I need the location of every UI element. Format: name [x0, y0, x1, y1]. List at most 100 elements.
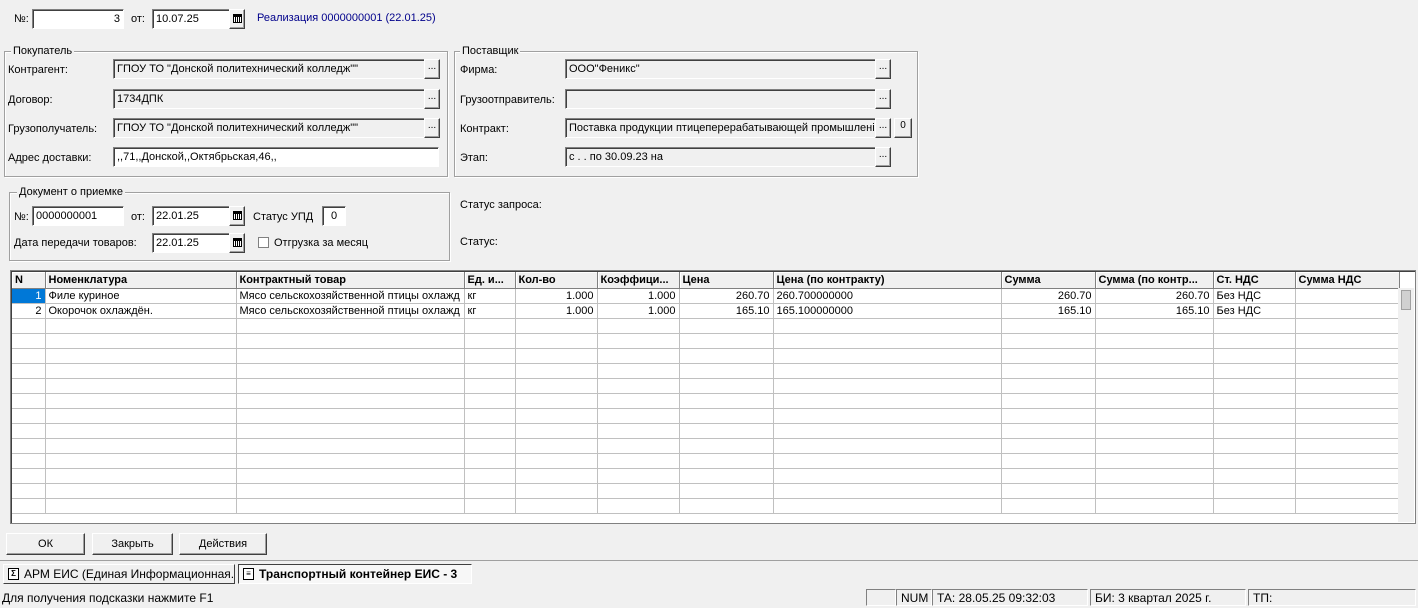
table-row[interactable] [12, 378, 1400, 394]
table-cell[interactable] [1213, 423, 1296, 439]
table-cell[interactable] [773, 378, 1002, 394]
table-cell[interactable] [515, 438, 598, 454]
table-cell[interactable] [45, 393, 237, 409]
table-cell[interactable] [515, 423, 598, 439]
table-cell[interactable] [1001, 348, 1096, 364]
table-cell[interactable] [1095, 378, 1214, 394]
firm-select-button[interactable]: ... [875, 59, 891, 79]
table-cell[interactable]: 260.700000000 [773, 288, 1002, 304]
table-cell[interactable] [1213, 378, 1296, 394]
table-cell[interactable] [1213, 483, 1296, 499]
table-cell[interactable]: Без НДС [1213, 303, 1296, 319]
table-cell[interactable] [1213, 318, 1296, 334]
table-cell[interactable] [1001, 468, 1096, 484]
table-cell[interactable] [12, 453, 46, 469]
table-cell[interactable] [464, 468, 516, 484]
table-cell[interactable] [12, 498, 46, 514]
table-cell[interactable] [773, 348, 1002, 364]
column-header-sum[interactable]: Сумма [1001, 272, 1096, 289]
table-cell[interactable] [1095, 318, 1214, 334]
table-row[interactable] [12, 483, 1400, 499]
table-row[interactable] [12, 363, 1400, 379]
buyer-contract-field[interactable]: 1734ДПК [113, 89, 425, 109]
column-header-contract-price[interactable]: Цена (по контракту) [773, 272, 1002, 289]
table-cell[interactable] [1213, 453, 1296, 469]
column-header-vat-rate[interactable]: Ст. НДС [1213, 272, 1296, 289]
table-cell[interactable] [1213, 333, 1296, 349]
buyer-contract-select-button[interactable]: ... [424, 89, 440, 109]
table-cell[interactable] [1001, 453, 1096, 469]
column-header-nomenclature[interactable]: Номенклатура [45, 272, 237, 289]
column-header-qty[interactable]: Кол-во [515, 272, 598, 289]
table-cell[interactable] [679, 498, 774, 514]
table-cell[interactable] [679, 438, 774, 454]
table-cell[interactable] [773, 363, 1002, 379]
table-cell[interactable] [1001, 408, 1096, 424]
column-header-contract-sum[interactable]: Сумма (по контр... [1095, 272, 1214, 289]
close-button[interactable]: Закрыть [92, 533, 173, 555]
table-cell[interactable] [597, 393, 680, 409]
table-cell[interactable] [773, 468, 1002, 484]
table-cell[interactable] [597, 378, 680, 394]
table-cell[interactable] [515, 393, 598, 409]
table-cell[interactable] [773, 483, 1002, 499]
table-cell[interactable] [1295, 423, 1400, 439]
column-header-contract-item[interactable]: Контрактный товар [236, 272, 465, 289]
table-row[interactable] [12, 408, 1400, 424]
table-row[interactable] [12, 333, 1400, 349]
table-cell[interactable] [1001, 498, 1096, 514]
table-cell[interactable] [236, 498, 465, 514]
table-row[interactable] [12, 453, 1400, 469]
table-row[interactable] [12, 423, 1400, 439]
table-cell[interactable]: 165.10 [679, 303, 774, 319]
table-row[interactable] [12, 498, 1400, 514]
table-cell[interactable] [236, 363, 465, 379]
table-row[interactable] [12, 438, 1400, 454]
table-cell[interactable] [679, 468, 774, 484]
table-cell[interactable] [1295, 378, 1400, 394]
table-cell[interactable] [236, 483, 465, 499]
table-cell[interactable] [597, 363, 680, 379]
table-cell[interactable] [236, 408, 465, 424]
shipper-select-button[interactable]: ... [875, 89, 891, 109]
table-cell[interactable] [679, 348, 774, 364]
table-cell[interactable] [464, 378, 516, 394]
table-cell[interactable] [597, 423, 680, 439]
table-cell[interactable] [679, 318, 774, 334]
supplier-contract-extra-button[interactable]: 0 [894, 118, 912, 138]
table-cell[interactable] [1001, 333, 1096, 349]
table-cell[interactable] [236, 423, 465, 439]
table-cell[interactable] [1295, 348, 1400, 364]
table-cell[interactable] [773, 318, 1002, 334]
table-cell[interactable] [679, 333, 774, 349]
table-cell[interactable] [597, 333, 680, 349]
table-cell[interactable] [12, 378, 46, 394]
table-cell[interactable]: 260.70 [1095, 288, 1214, 304]
table-cell[interactable] [597, 453, 680, 469]
table-cell[interactable] [12, 468, 46, 484]
document-date-calendar-button[interactable] [229, 9, 245, 29]
acceptance-date-input[interactable]: 22.01.25 [152, 206, 230, 226]
table-cell[interactable] [1295, 468, 1400, 484]
table-cell[interactable] [464, 498, 516, 514]
table-cell[interactable] [45, 363, 237, 379]
table-cell[interactable]: 165.10 [1095, 303, 1214, 319]
table-cell[interactable] [1095, 333, 1214, 349]
column-header-n[interactable]: N [12, 272, 46, 289]
table-row[interactable] [12, 348, 1400, 364]
table-cell[interactable] [1295, 453, 1400, 469]
table-cell[interactable]: 1.000 [597, 288, 680, 304]
stage-field[interactable]: с . . по 30.09.23 на [565, 147, 876, 167]
table-cell[interactable] [45, 378, 237, 394]
realization-link[interactable]: Реализация 0000000001 (22.01.25) [257, 11, 436, 25]
table-cell[interactable] [515, 468, 598, 484]
table-cell[interactable] [773, 393, 1002, 409]
table-cell[interactable] [679, 378, 774, 394]
table-cell[interactable] [1295, 483, 1400, 499]
table-cell[interactable] [236, 453, 465, 469]
table-cell[interactable] [1213, 363, 1296, 379]
table-cell[interactable] [464, 333, 516, 349]
counterparty-select-button[interactable]: ... [424, 59, 440, 79]
table-cell[interactable] [12, 408, 46, 424]
table-cell[interactable] [1295, 498, 1400, 514]
